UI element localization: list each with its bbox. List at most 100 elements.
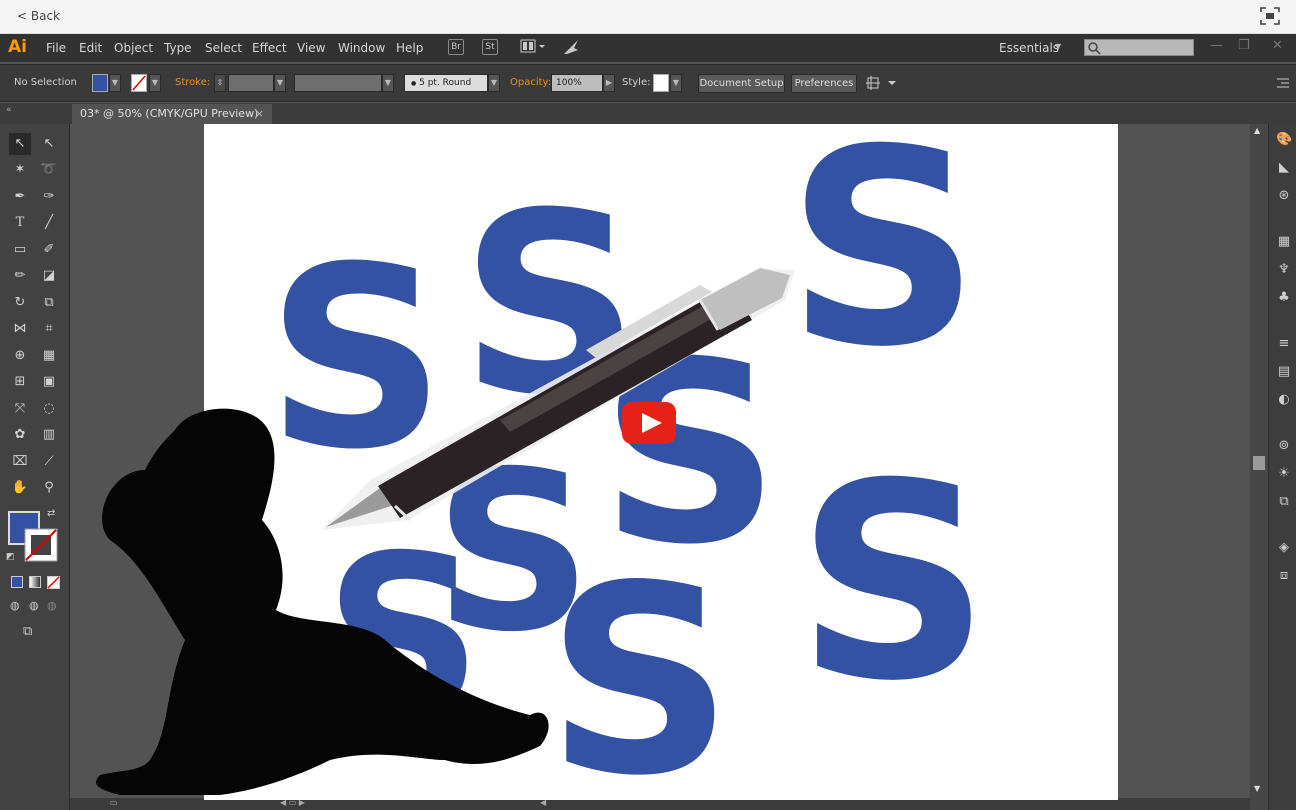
slice-tool-icon[interactable]: ⟋ — [38, 451, 60, 473]
menu-edit[interactable]: Edit — [79, 41, 102, 55]
fullscreen-icon[interactable] — [1260, 7, 1280, 25]
hand-tool-icon[interactable]: ✋ — [9, 477, 31, 499]
pen-tool-icon[interactable]: ✒ — [9, 186, 31, 208]
stock-icon[interactable]: St — [482, 39, 498, 55]
width-tool-icon[interactable]: ⋈ — [9, 318, 31, 340]
paintbrush-tool-icon[interactable]: ✐ — [38, 239, 60, 261]
close-tab-icon[interactable]: × — [255, 104, 264, 124]
screen-mode-icon[interactable]: ⧉ — [23, 624, 32, 639]
menu-help[interactable]: Help — [396, 41, 423, 55]
none-mode-icon[interactable] — [47, 576, 60, 589]
stroke-panel-icon[interactable]: ≡ — [1276, 336, 1292, 352]
brushes-icon[interactable]: ♆ — [1276, 262, 1292, 278]
artboard-tool-icon[interactable]: ⌧ — [9, 451, 31, 473]
collapse-toolbar-icon[interactable]: « — [6, 105, 12, 115]
gradient-panel-icon[interactable]: ▤ — [1276, 364, 1292, 380]
close-window-icon[interactable]: ✕ — [1272, 38, 1283, 53]
document-tab[interactable]: 03* @ 50% (CMYK/GPU Preview) × — [72, 104, 272, 124]
libraries-icon[interactable]: ⊛ — [1276, 188, 1292, 204]
graphic-style-swatch[interactable] — [653, 74, 669, 92]
bridge-icon[interactable]: Br — [448, 39, 464, 55]
swap-colors-icon[interactable]: ⇄ — [47, 508, 55, 519]
layers-icon[interactable]: ◈ — [1276, 540, 1292, 556]
variable-width-profile[interactable] — [294, 74, 382, 92]
minimize-icon[interactable]: — — [1210, 38, 1223, 53]
shape-builder-tool-icon[interactable]: ⊕ — [9, 345, 31, 367]
arrange-icon[interactable] — [866, 75, 900, 91]
menu-file[interactable]: File — [46, 41, 66, 55]
restore-icon[interactable]: ❐ — [1238, 38, 1250, 53]
artboards-icon[interactable]: ⧈ — [1276, 568, 1292, 584]
line-segment-tool-icon[interactable]: ╱ — [38, 212, 60, 234]
scroll-up-icon[interactable]: ▲ — [1254, 126, 1260, 135]
rotate-tool-icon[interactable]: ↻ — [9, 292, 31, 314]
color-mode-icon[interactable] — [11, 576, 23, 588]
stroke-label[interactable]: Stroke: — [175, 77, 210, 88]
help-search-input[interactable] — [1084, 39, 1194, 56]
asset-export-icon[interactable]: ⧉ — [1276, 494, 1292, 510]
stroke-swatch[interactable] — [131, 74, 147, 92]
menu-effect[interactable]: Effect — [252, 41, 287, 55]
symbol-sprayer-tool-icon[interactable]: ✿ — [9, 424, 31, 446]
gradient-tool-icon[interactable]: ▣ — [38, 371, 60, 393]
stroke-color-box[interactable] — [24, 528, 58, 562]
eraser-tool-icon[interactable]: ◪ — [38, 265, 60, 287]
stroke-weight-stepper[interactable]: ⇕ — [214, 74, 226, 92]
graphic-styles-icon[interactable]: ☀ — [1276, 466, 1292, 482]
vertical-scroll-thumb[interactable] — [1253, 456, 1265, 470]
brush-dropdown[interactable]: ▼ — [488, 74, 500, 92]
symbols-icon[interactable]: ♣ — [1276, 290, 1292, 306]
gpu-performance-icon[interactable] — [562, 38, 580, 56]
workspace-chevron-icon[interactable]: ▼ — [1055, 42, 1061, 51]
brush-definition-field[interactable]: ● 5 pt. Round — [404, 74, 488, 92]
opacity-label[interactable]: Opacity: — [510, 77, 551, 88]
transparency-icon[interactable]: ◐ — [1276, 392, 1292, 408]
zoom-level-field[interactable]: ▭ — [110, 798, 118, 807]
stroke-weight-field[interactable] — [228, 74, 274, 92]
color-panel-icon[interactable]: 🎨 — [1276, 132, 1292, 148]
curvature-tool-icon[interactable]: ✑ — [38, 186, 60, 208]
appearance-icon[interactable]: ⊚ — [1276, 438, 1292, 454]
back-button[interactable]: < Back — [17, 9, 60, 23]
default-colors-icon[interactable]: ◩ — [6, 552, 15, 562]
gradient-mode-icon[interactable] — [29, 576, 41, 588]
rectangle-tool-icon[interactable]: ▭ — [9, 239, 31, 261]
opacity-arrow[interactable]: ▶ — [603, 74, 615, 92]
arrange-documents-icon[interactable] — [520, 39, 548, 55]
artboard[interactable]: S S S S S S S S — [204, 124, 1118, 800]
mesh-tool-icon[interactable]: ⊞ — [9, 371, 31, 393]
menu-select[interactable]: Select — [205, 41, 242, 55]
vertical-scrollbar[interactable]: ▲ ▼ — [1250, 124, 1268, 810]
stroke-weight-dropdown[interactable]: ▼ — [274, 74, 286, 92]
perspective-grid-tool-icon[interactable]: ▦ — [38, 345, 60, 367]
draw-behind-icon[interactable]: ◍ — [29, 599, 39, 612]
draw-inside-icon[interactable]: ◍ — [47, 599, 57, 612]
fill-dropdown[interactable]: ▼ — [109, 74, 121, 92]
fill-swatch[interactable] — [92, 74, 108, 92]
panel-menu-icon[interactable] — [1276, 78, 1290, 90]
direct-selection-tool-icon[interactable]: ↖ — [38, 133, 60, 155]
blend-tool-icon[interactable]: ◌ — [38, 398, 60, 420]
menu-window[interactable]: Window — [338, 41, 385, 55]
scale-tool-icon[interactable]: ⧉ — [38, 292, 60, 314]
menu-view[interactable]: View — [297, 41, 325, 55]
type-tool-icon[interactable]: T — [9, 212, 31, 234]
variable-width-dropdown[interactable]: ▼ — [382, 74, 394, 92]
document-setup-button[interactable]: Document Setup — [698, 74, 785, 93]
preferences-button[interactable]: Preferences — [791, 74, 857, 93]
eyedropper-tool-icon[interactable]: ⤧ — [9, 398, 31, 420]
column-graph-tool-icon[interactable]: ▥ — [38, 424, 60, 446]
free-transform-tool-icon[interactable]: ⌗ — [38, 318, 60, 340]
opacity-field[interactable]: 100% — [551, 74, 603, 92]
scroll-down-icon[interactable]: ▼ — [1254, 784, 1260, 793]
stroke-dropdown[interactable]: ▼ — [149, 74, 161, 92]
workspace-switcher[interactable]: Essentials — [999, 41, 1059, 55]
swatches-icon[interactable]: ▦ — [1276, 234, 1292, 250]
selection-tool-icon[interactable]: ↖ — [9, 133, 31, 155]
graphic-style-dropdown[interactable]: ▼ — [670, 74, 682, 92]
color-guide-icon[interactable]: ◣ — [1276, 160, 1292, 176]
magic-wand-tool-icon[interactable]: ✶ — [9, 159, 31, 181]
menu-type[interactable]: Type — [164, 41, 192, 55]
lasso-tool-icon[interactable]: ➰ — [38, 159, 60, 181]
menu-object[interactable]: Object — [114, 41, 153, 55]
